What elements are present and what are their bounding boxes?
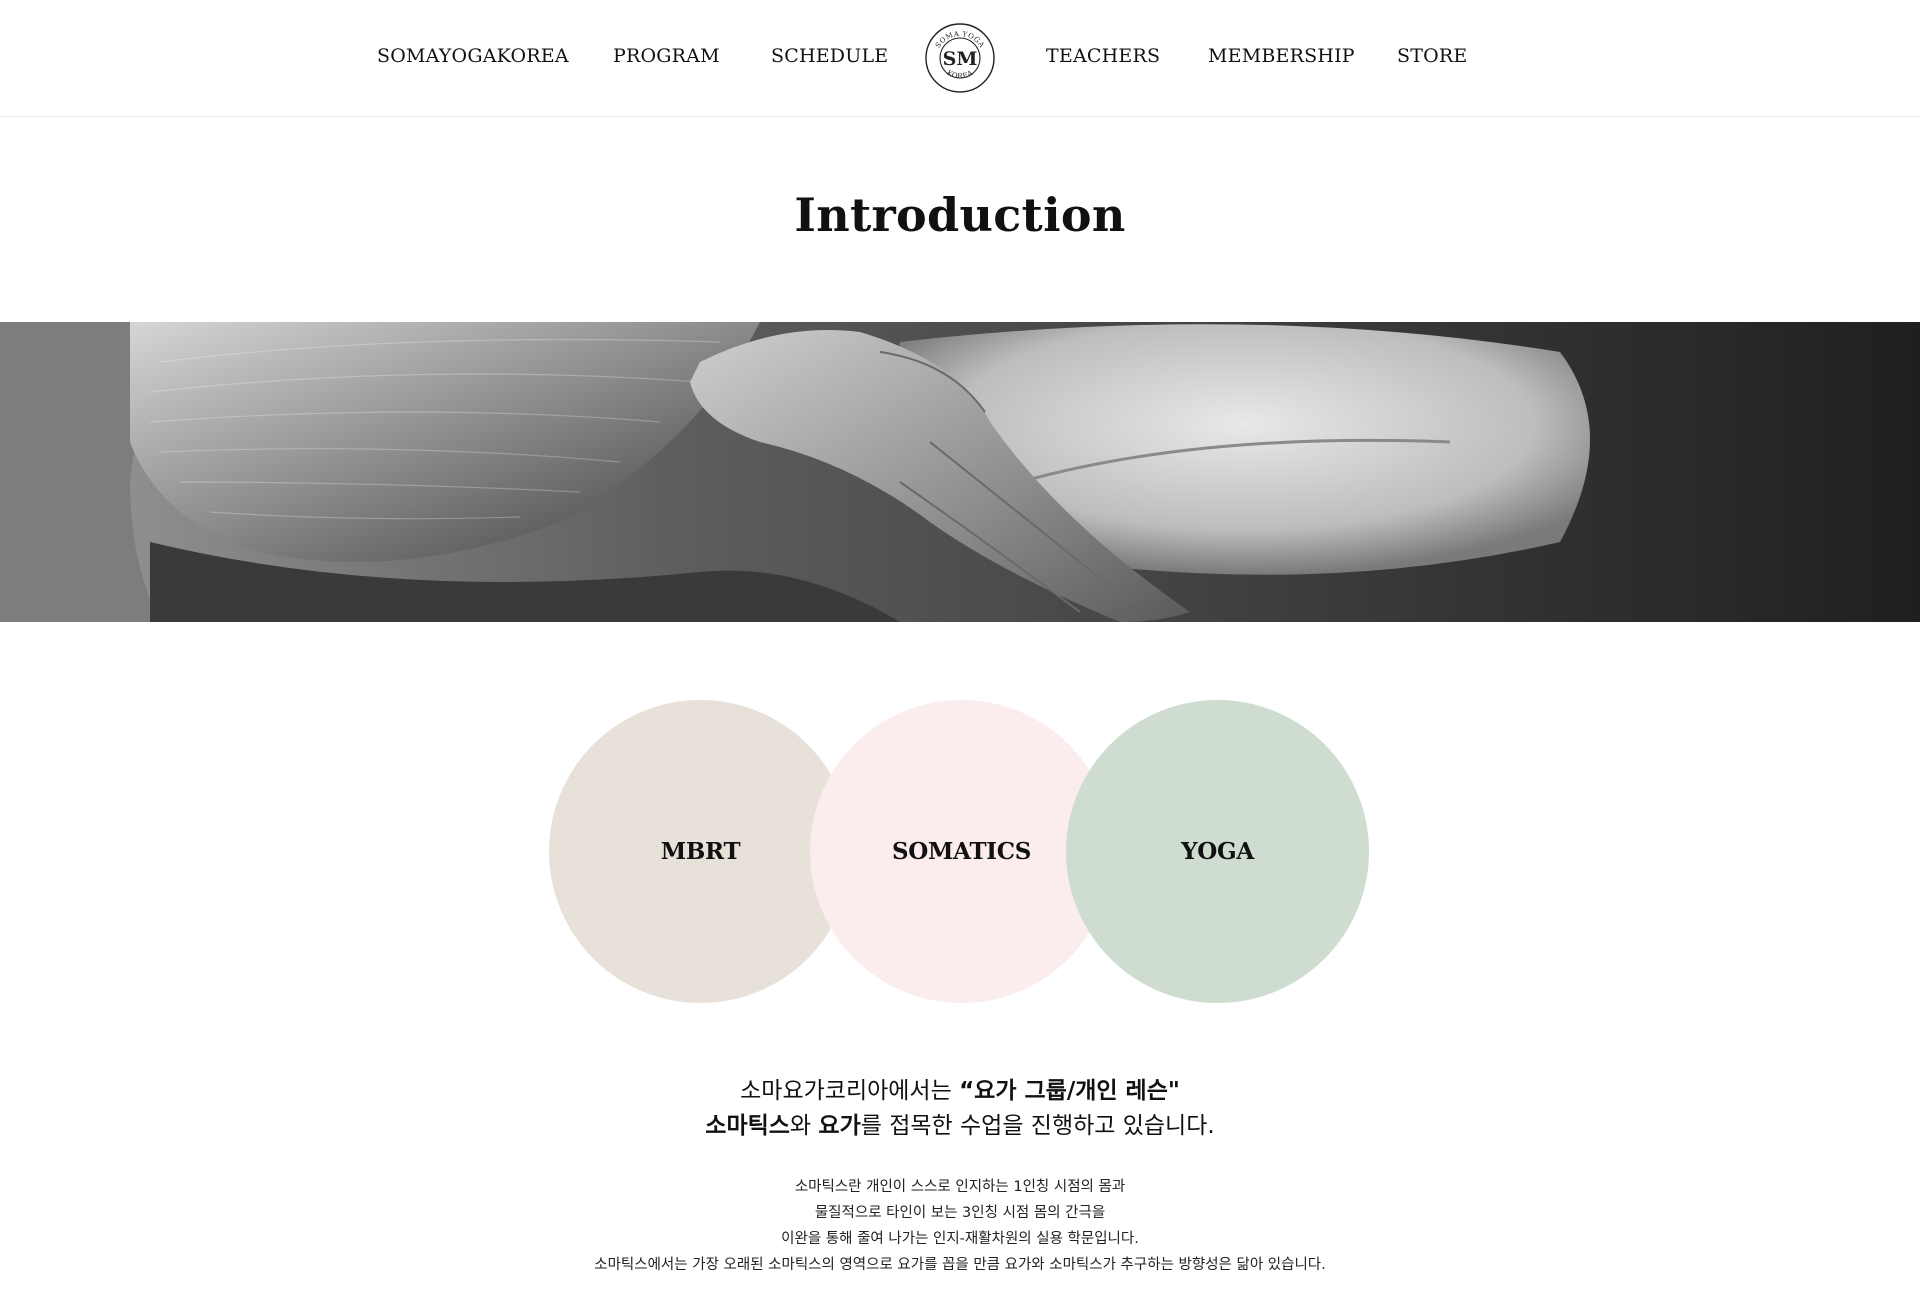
hero-image xyxy=(0,322,1920,622)
circle-label-somatics: SOMATICS xyxy=(891,838,1032,865)
circle-yoga: YOGA xyxy=(1066,700,1369,1003)
nav-link-store[interactable]: STORE xyxy=(1397,45,1467,67)
nav-link-membership[interactable]: MEMBERSHIP xyxy=(1208,45,1355,67)
logo-top-text: SOMA YOGA xyxy=(934,30,986,50)
intro-line1-prefix: 소마요가코리아에서는 xyxy=(740,1078,960,1104)
svg-text:KOREA: KOREA xyxy=(945,69,974,81)
nav-link-teachers[interactable]: TEACHERS xyxy=(1046,45,1160,67)
intro-line-1: 소마요가코리아에서는 “요가 그룹/개인 레슨" xyxy=(0,1074,1920,1109)
intro-line2-suffix: 를 접목한 수업을 진행하고 있습니다. xyxy=(860,1113,1215,1139)
nav-link-program[interactable]: PROGRAM xyxy=(613,45,720,67)
description-line: 물질적으로 타인이 보는 3인칭 시점 몸의 간극을 xyxy=(814,1205,1106,1221)
intro-line1-bold: “요가 그룹/개인 레슨" xyxy=(959,1078,1180,1104)
intro-line2-mid: 와 xyxy=(789,1113,819,1139)
intro-line2-bold-somatics: 소마틱스 xyxy=(705,1113,790,1139)
description-line: 소마틱스란 개인이 스스로 인지하는 1인칭 시점의 몸과 xyxy=(794,1179,1126,1195)
intro-heading: 소마요가코리아에서는 “요가 그룹/개인 레슨" 소마틱스와 요가를 접목한 수… xyxy=(0,1074,1920,1144)
circle-label-yoga: YOGA xyxy=(1181,838,1254,865)
intro-line2-bold-yoga: 요가 xyxy=(818,1113,861,1139)
intro-description: 소마틱스란 개인이 스스로 인지하는 1인칭 시점의 몸과 물질적으로 타인이 … xyxy=(0,1174,1920,1278)
description-line: 소마틱스에서는 가장 오래된 소마틱스의 영역으로 요가를 꼽을 만큼 요가와 … xyxy=(594,1257,1326,1273)
page-title: Introduction xyxy=(794,188,1126,242)
intro-line-2: 소마틱스와 요가를 접목한 수업을 진행하고 있습니다. xyxy=(0,1109,1920,1144)
nav-link-somayogakorea[interactable]: SOMAYOGAKOREA xyxy=(377,45,569,67)
logo-bottom-text: KOREA xyxy=(945,69,974,81)
hand-on-head-photo-icon xyxy=(0,322,1920,622)
logo-monogram: SM xyxy=(943,48,978,70)
logo[interactable]: SOMA YOGA KOREA SM xyxy=(924,22,996,94)
nav-link-schedule[interactable]: SCHEDULE xyxy=(771,45,888,67)
description-line: 이완을 통해 줄여 나가는 인지-재활차원의 실용 학문입니다. xyxy=(781,1231,1139,1247)
circle-mbrt: MBRT xyxy=(549,700,852,1003)
svg-text:SOMA YOGA: SOMA YOGA xyxy=(934,30,986,50)
top-navigation: SOMAYOGAKOREA PROGRAM SCHEDULE SOMA YOGA… xyxy=(0,0,1920,117)
soma-yoga-logo-icon: SOMA YOGA KOREA SM xyxy=(925,23,995,93)
circle-label-mbrt: MBRT xyxy=(660,838,741,865)
